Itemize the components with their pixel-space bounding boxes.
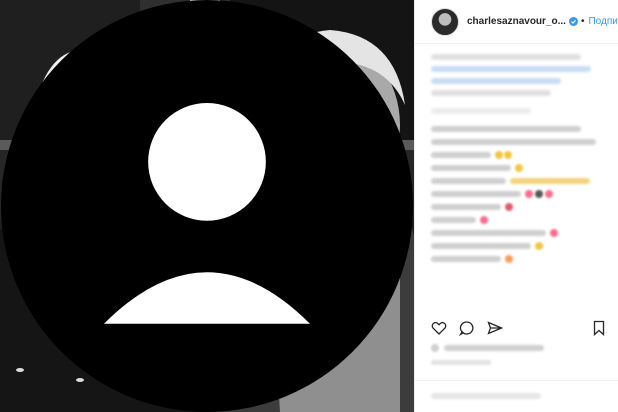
username-link[interactable]: charlesaznavour_o...: [467, 16, 566, 27]
caption-line: [431, 90, 551, 96]
share-icon[interactable]: [487, 320, 503, 336]
comment-item: [431, 151, 607, 159]
verified-badge-icon: [568, 17, 578, 26]
post-photo[interactable]: [0, 0, 414, 412]
post-sidebar: charlesaznavour_o... • Подписка: [414, 0, 618, 412]
comment-item: [431, 126, 607, 132]
post-actions: [431, 318, 607, 338]
post-timestamp: [431, 360, 491, 365]
caption-line: [431, 54, 581, 60]
caption-mentions-line[interactable]: [431, 66, 591, 72]
comment-icon[interactable]: [459, 320, 475, 336]
comments-list: [431, 54, 607, 269]
comment-item: [431, 229, 607, 237]
load-more-comments[interactable]: [431, 108, 531, 114]
comment-item: [431, 216, 607, 224]
likes-count[interactable]: [431, 344, 607, 352]
comment-item: [431, 190, 607, 198]
comment-item: [431, 203, 607, 211]
comment-item: [431, 178, 607, 184]
comment-item: [431, 255, 607, 263]
person-tag-icon[interactable]: [0, 0, 414, 412]
caption-mentions-line[interactable]: [431, 78, 561, 84]
comment-item: [431, 164, 607, 172]
comment-item: [431, 242, 607, 250]
follow-button[interactable]: Подписка: [588, 16, 618, 27]
post-header: charlesaznavour_o... • Подписка: [415, 0, 618, 44]
bookmark-icon[interactable]: [591, 320, 607, 336]
add-comment-field[interactable]: [415, 380, 618, 412]
comment-item: [431, 139, 607, 145]
avatar[interactable]: [431, 7, 459, 36]
heart-icon[interactable]: [431, 320, 447, 336]
separator-dot: •: [580, 16, 585, 27]
